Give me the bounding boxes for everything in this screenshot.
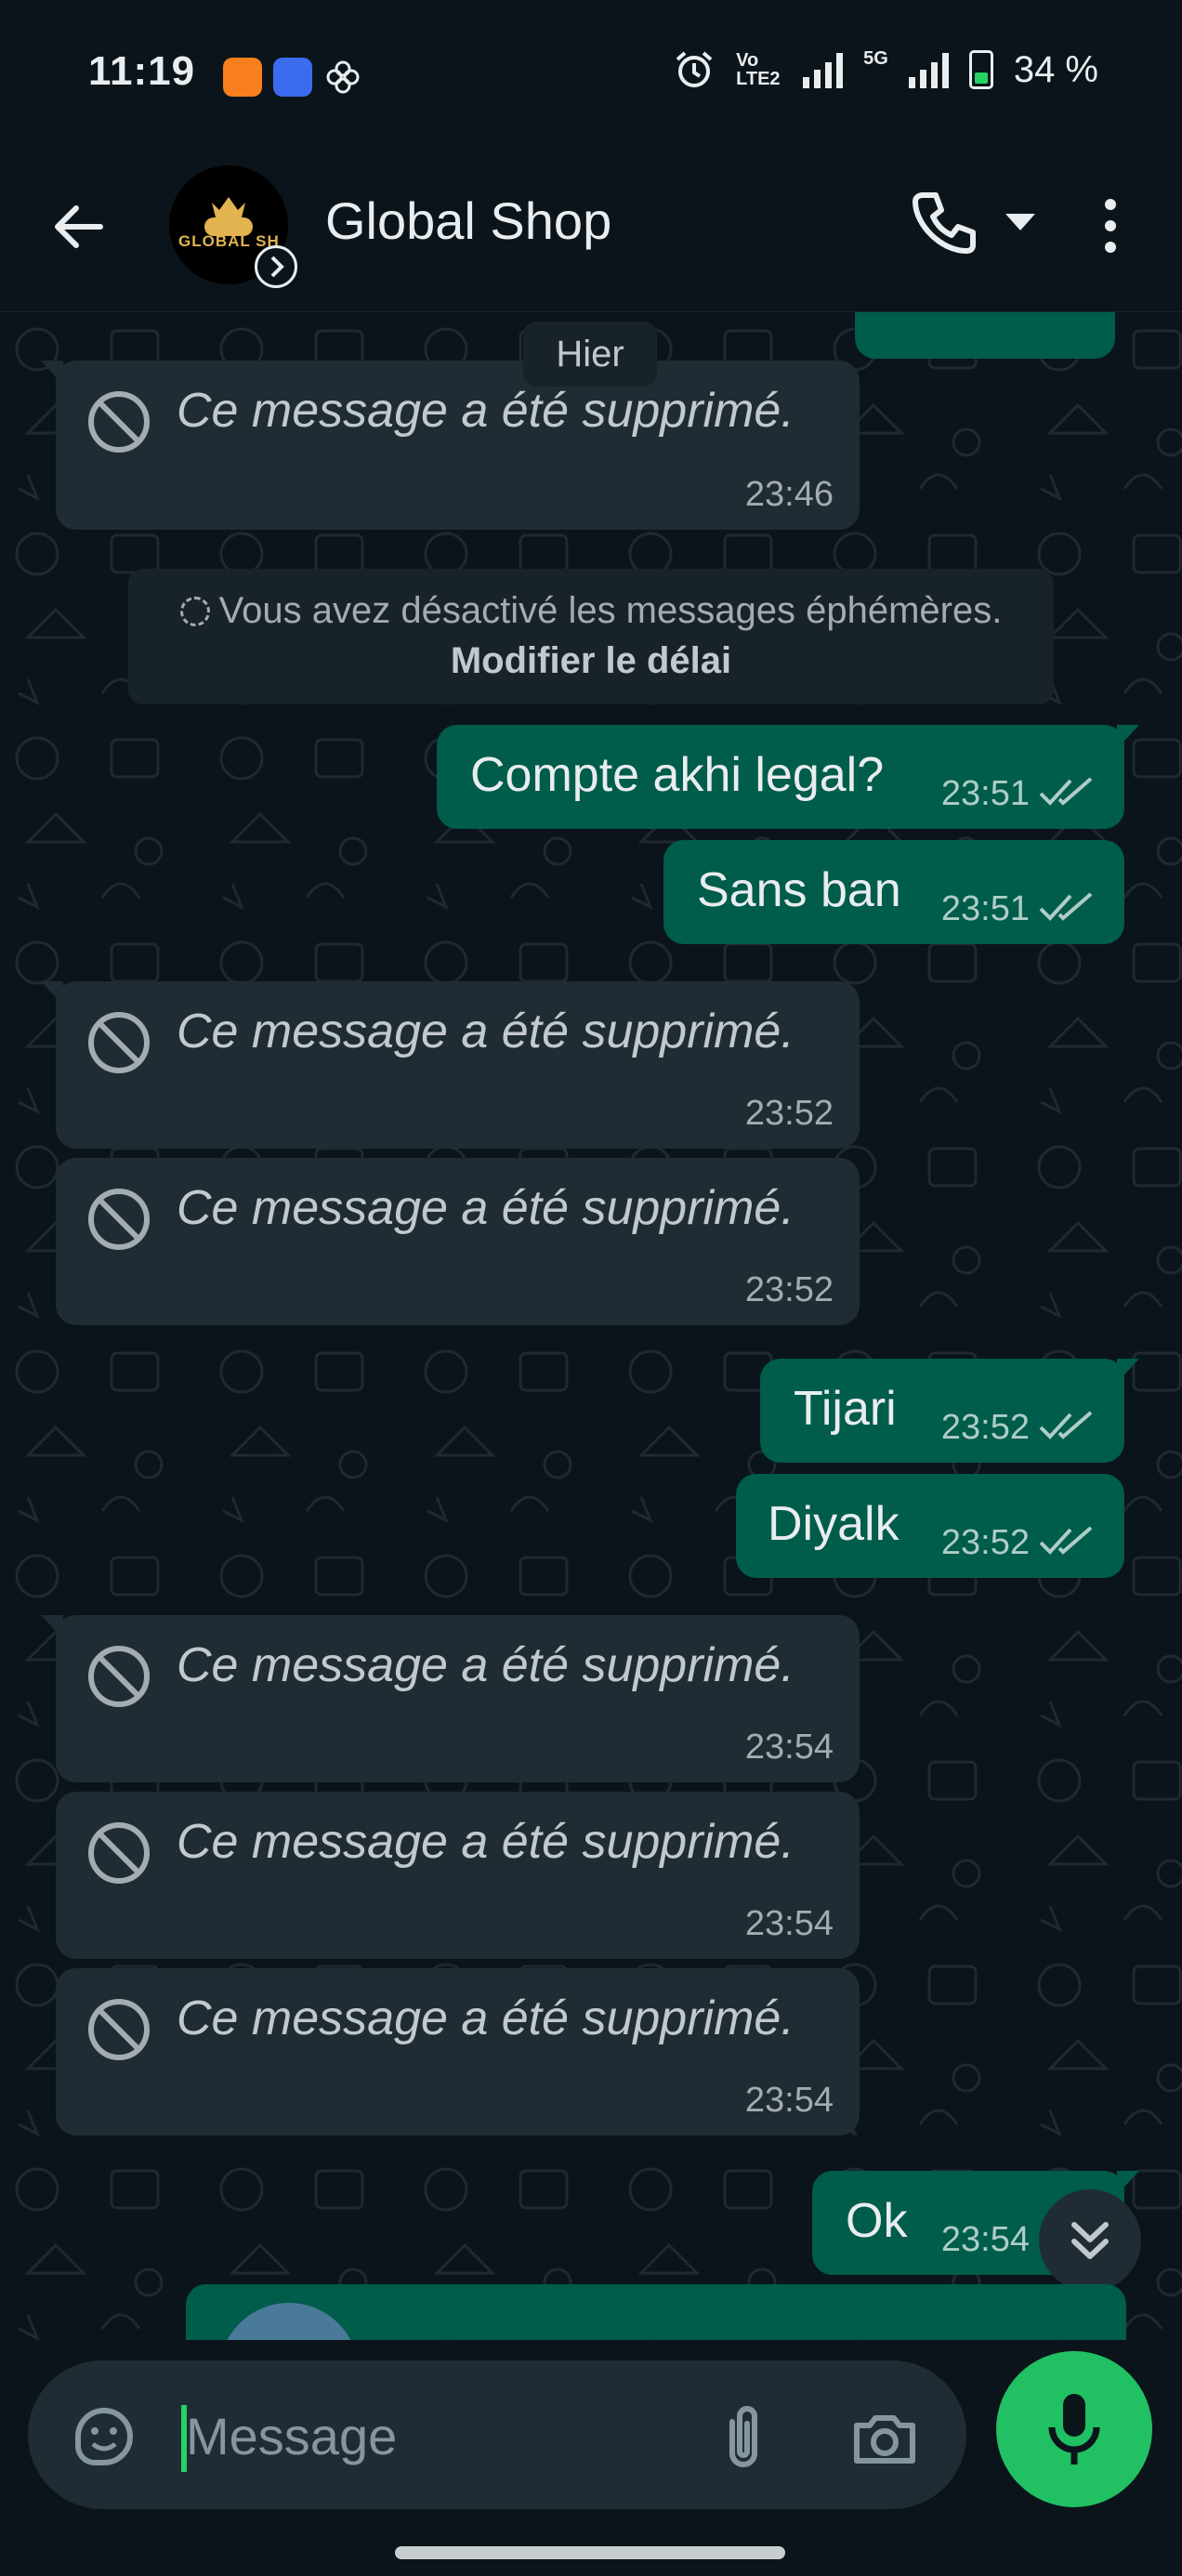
deleted-message-text: Ce message a été supprimé. [177, 1991, 795, 2045]
call-dropdown-icon[interactable] [1005, 214, 1035, 230]
microphone-icon [1048, 2394, 1100, 2464]
message-bubble-in[interactable]: Ce message a été supprimé. 23:52 [41, 981, 860, 1149]
deleted-icon [88, 1999, 150, 2060]
temu-app-icon [223, 58, 262, 97]
message-text: Sans ban [697, 863, 901, 917]
double-check-icon [1039, 1526, 1093, 1555]
message-bubble-out[interactable]: Diyalk 23:52 [736, 1474, 1124, 1578]
contact-name[interactable]: Global Shop [325, 191, 611, 251]
system-notice: Vous avez désactivé les messages éphémèr… [128, 569, 1054, 704]
deleted-message-text: Ce message a été supprimé. [177, 1638, 795, 1692]
voice-message-button[interactable] [996, 2351, 1152, 2507]
deleted-message-text: Ce message a été supprimé. [177, 1181, 795, 1235]
message-time: 23:52 [744, 1270, 834, 1309]
message-time: 23:51 [940, 889, 1030, 928]
network-label: 5G [863, 48, 888, 69]
message-bubble-in[interactable]: Ce message a été supprimé. 23:54 [56, 1968, 860, 2136]
change-timer-link[interactable]: Modifier le délai [451, 640, 731, 681]
message-time: 23:51 [940, 774, 1030, 813]
message-time: 23:52 [940, 1523, 1030, 1562]
deleted-icon [88, 1189, 150, 1250]
message-text: Ok [846, 2194, 908, 2248]
sync-app-icon [273, 58, 312, 97]
message-input[interactable] [184, 2388, 690, 2483]
deleted-icon [88, 1822, 150, 1884]
pinwheel-icon [326, 60, 360, 94]
message-bubble-in[interactable]: Ce message a été supprimé. 23:54 [41, 1615, 860, 1782]
deleted-message-text: Ce message a été supprimé. [177, 1815, 795, 1869]
battery-percent: 34 % [1013, 48, 1098, 90]
camera-icon[interactable] [847, 2401, 922, 2476]
more-options-icon[interactable] [1097, 193, 1124, 258]
home-indicator[interactable] [395, 2546, 785, 2559]
message-bubble-in[interactable]: Ce message a été supprimé. 23:46 [41, 361, 860, 530]
message-time: 23:52 [744, 1094, 834, 1133]
message-bubble-out[interactable]: Compte akhi legal? 23:51 [437, 725, 1139, 829]
chat-area[interactable]: Hier Ce message a été supprimé. 23:46 Vo… [0, 312, 1182, 2342]
date-chip: Hier [523, 322, 657, 387]
system-notice-text: Vous avez désactivé les messages éphémèr… [218, 590, 1003, 631]
message-text: Diyalk [768, 1497, 900, 1551]
message-bubble-in[interactable]: Ce message a été supprimé. 23:54 [56, 1792, 860, 1959]
message-bubble-out-partial[interactable] [186, 2284, 1126, 2340]
signal-5g-icon [908, 51, 949, 88]
message-input-container[interactable] [28, 2360, 966, 2509]
double-chevron-down-icon [1071, 2222, 1109, 2259]
message-bubble-out-partial[interactable] [855, 312, 1115, 359]
message-time: 23:54 [940, 2220, 1030, 2259]
message-time: 23:54 [744, 1728, 834, 1767]
signal-icon [803, 51, 844, 88]
message-time: 23:46 [744, 475, 834, 514]
double-check-icon [1039, 1411, 1093, 1439]
deleted-icon [88, 391, 150, 453]
voice-call-icon[interactable] [906, 186, 980, 260]
message-text: Compte akhi legal? [470, 748, 885, 802]
scroll-to-bottom-button[interactable] [1039, 2189, 1141, 2292]
message-time: 23:54 [744, 2081, 834, 2120]
message-text: Tijari [794, 1382, 897, 1436]
double-check-icon [1039, 892, 1093, 921]
deleted-icon [88, 1012, 150, 1073]
message-time: 23:54 [744, 1904, 834, 1943]
composer-bar [0, 2342, 1182, 2576]
deleted-message-text: Ce message a été supprimé. [177, 1005, 795, 1058]
media-thumbnail[interactable] [219, 2303, 359, 2340]
message-bubble-out[interactable]: Tijari 23:52 [760, 1359, 1139, 1463]
deleted-icon [88, 1646, 150, 1707]
chevron-right-icon [255, 245, 297, 288]
attachment-icon[interactable] [706, 2398, 781, 2472]
chat-header: GLOBAL SH Global Shop [0, 149, 1182, 313]
status-bar: 11:19 Vo LTE2 5G 34 % [0, 0, 1182, 149]
volte-label: Vo LTE2 [736, 50, 781, 89]
message-bubble-out[interactable]: Sans ban 23:51 [663, 840, 1124, 944]
deleted-message-text: Ce message a été supprimé. [177, 384, 795, 438]
status-indicators: Vo LTE2 5G 34 % [673, 48, 1098, 91]
battery-icon [968, 50, 993, 89]
double-check-icon [1039, 777, 1093, 806]
status-time: 11:19 [88, 48, 196, 94]
disappearing-timer-icon [179, 597, 210, 626]
message-bubble-in[interactable]: Ce message a été supprimé. 23:52 [56, 1158, 860, 1325]
sticker-icon[interactable] [69, 2401, 139, 2472]
alarm-icon [676, 51, 713, 87]
message-time: 23:52 [940, 1408, 1030, 1447]
back-arrow-icon[interactable] [48, 197, 108, 256]
